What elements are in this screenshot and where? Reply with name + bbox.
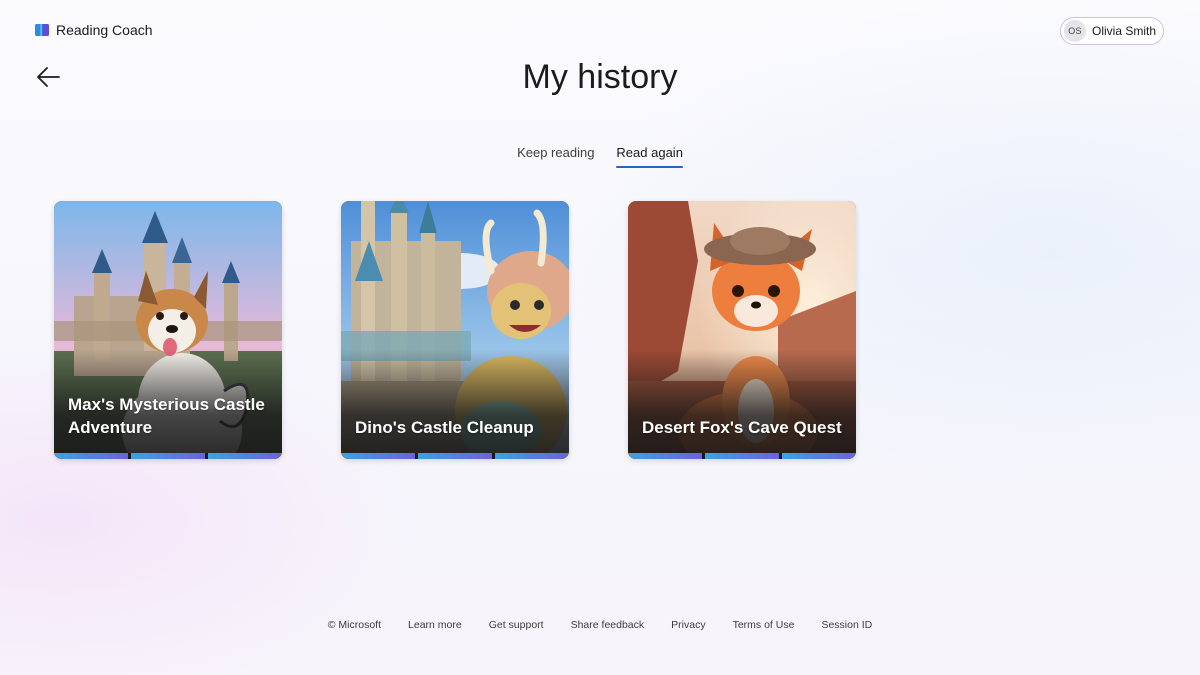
page-title: My history [522,58,678,96]
footer-link-privacy[interactable]: Privacy [671,619,705,631]
user-account-button[interactable]: OS Olivia Smith [1060,17,1164,45]
footer: © Microsoft Learn more Get support Share… [0,619,1200,631]
story-title: Max's Mysterious Castle Adventure [68,395,265,437]
copyright: © Microsoft [327,619,382,631]
app-name: Reading Coach [56,22,153,38]
story-progress [54,453,282,459]
story-card-max[interactable]: Max's Mysterious Castle Adventure [54,201,282,459]
tab-keep-reading[interactable]: Keep reading [517,145,594,168]
card-overlay [341,349,569,459]
story-progress [341,453,569,459]
story-list: Max's Mysterious Castle Adventure Dino's… [54,201,856,459]
history-tabs: Keep reading Read again [0,145,1200,168]
story-progress [628,453,856,459]
footer-link-get-support[interactable]: Get support [489,619,544,631]
user-name: Olivia Smith [1092,24,1157,38]
tab-read-again[interactable]: Read again [616,145,683,168]
avatar: OS [1064,20,1086,42]
app-brand: Reading Coach [34,22,153,38]
footer-link-learn-more[interactable]: Learn more [408,619,462,631]
footer-link-share-feedback[interactable]: Share feedback [571,619,645,631]
story-card-dino[interactable]: Dino's Castle Cleanup [341,201,569,459]
footer-link-terms-of-use[interactable]: Terms of Use [733,619,795,631]
story-card-fox[interactable]: Desert Fox's Cave Quest [628,201,856,459]
footer-link-session-id[interactable]: Session ID [821,619,872,631]
book-icon [34,22,50,38]
card-overlay [628,349,856,459]
story-title: Desert Fox's Cave Quest [642,418,842,437]
story-title: Dino's Castle Cleanup [355,418,534,437]
